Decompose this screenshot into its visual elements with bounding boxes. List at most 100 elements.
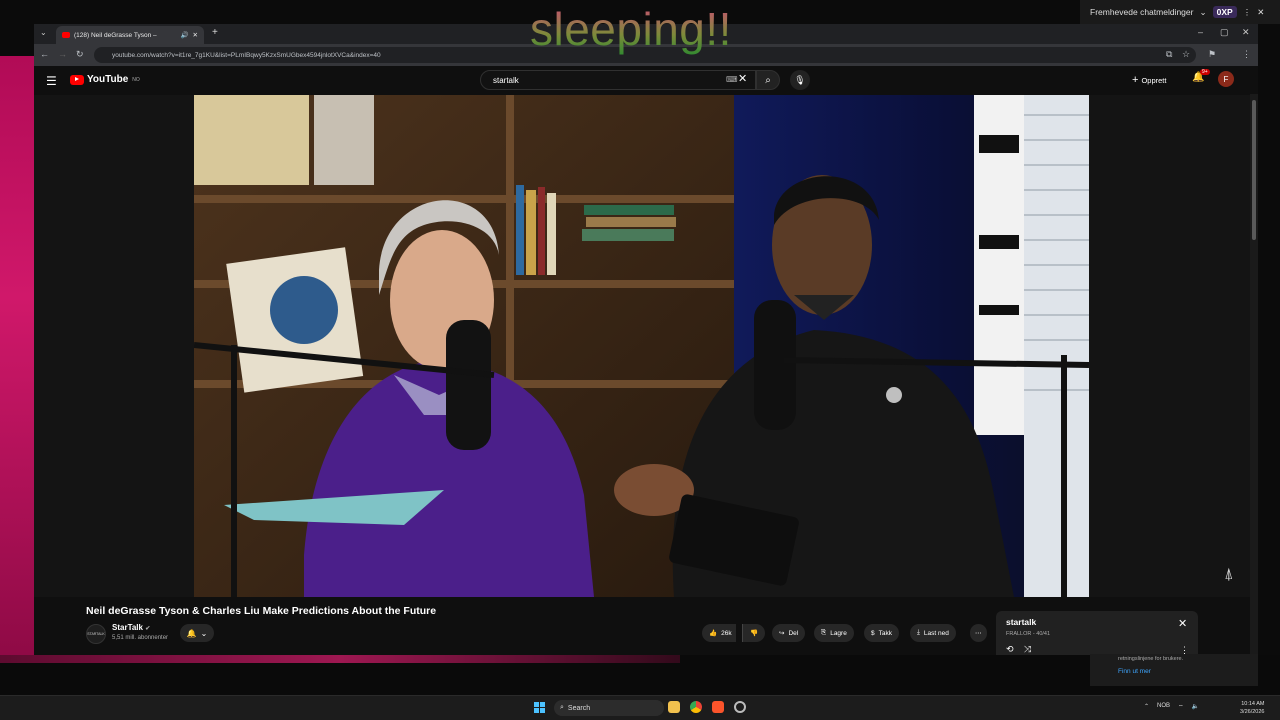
share-icon: ↪ xyxy=(779,630,785,637)
clock-date: 3/26/2026 xyxy=(1240,709,1265,715)
account-avatar[interactable]: F xyxy=(1218,71,1234,87)
search-icon: ⌕ xyxy=(560,704,564,711)
chat-highlight-widget[interactable]: Fremhevede chatmeldinger ⌄ 0XP ⋮ ✕ xyxy=(1080,0,1280,24)
bookmark-icon: ⎘ xyxy=(821,629,827,636)
taskbar: ⌕ Search ⌃ NOB ⌔ 🔈 10:14 AM 3/26/2026 xyxy=(0,695,1280,720)
microphone-icon: 🎙 xyxy=(794,74,806,85)
tab-close-icon[interactable]: ✕ xyxy=(193,31,198,39)
thumbs-down-icon: 👎 xyxy=(750,630,759,637)
download-button[interactable]: ⤓ Last ned xyxy=(910,624,956,642)
chevron-down-icon: ⌄ xyxy=(1199,6,1207,17)
share-button[interactable]: ↪ Del xyxy=(772,624,806,642)
forward-icon[interactable]: → xyxy=(58,49,67,59)
browser-menu-icon[interactable]: ⋮ xyxy=(1242,49,1251,60)
playlist-close-icon[interactable]: ✕ xyxy=(1178,617,1187,630)
desktop-background xyxy=(0,56,34,660)
maximize-icon[interactable]: ▢ xyxy=(1220,27,1229,38)
bookmark-star-icon[interactable]: ☆ xyxy=(1182,49,1190,60)
video-title: Neil deGrasse Tyson & Charles Liu Make P… xyxy=(86,605,437,617)
tray-chevron-icon[interactable]: ⌃ xyxy=(1144,703,1149,711)
menu-icon[interactable]: ☰ xyxy=(46,74,57,88)
playlist-title[interactable]: startalk xyxy=(1006,617,1036,627)
video-frame-image xyxy=(194,95,1089,597)
screen: sleeping!! Fremhevede chatmeldinger ⌄ 0X… xyxy=(0,0,1280,720)
like-count: 26k xyxy=(721,629,732,637)
notification-count: 9+ xyxy=(1200,69,1210,75)
playlist-position: FRALLOR - 40/41 xyxy=(1006,631,1051,637)
page-scrollbar[interactable] xyxy=(1250,94,1258,658)
notice-text: retningslinjene for brukere. xyxy=(1118,656,1184,662)
wifi-icon[interactable]: ⌔ xyxy=(1178,703,1184,711)
search-input[interactable]: startalk xyxy=(480,70,756,90)
taskbar-search[interactable]: ⌕ Search xyxy=(554,700,664,716)
xp-badge: 0XP xyxy=(1212,6,1237,18)
youtube-logo-text: YouTube xyxy=(87,74,129,85)
channel-avatar[interactable]: STARTALK xyxy=(86,624,106,644)
youtube-favicon-icon xyxy=(62,32,70,38)
back-icon[interactable]: ← xyxy=(40,49,49,59)
create-button[interactable]: + Opprett xyxy=(1132,71,1166,89)
close-icon[interactable]: ✕ xyxy=(1257,7,1264,18)
avatar-letter: F xyxy=(1223,74,1229,84)
youtube-page: ☰ YouTube NO startalk ⌨ ✕ ⌕ 🎙 + Opprett … xyxy=(34,66,1258,663)
desktop-accent xyxy=(0,655,680,663)
system-tray: ⌃ NOB ⌔ 🔈 xyxy=(1144,703,1199,711)
keyboard-icon[interactable]: ⌨ xyxy=(726,75,738,84)
file-explorer-icon[interactable] xyxy=(668,701,680,713)
voice-search-button[interactable]: 🎙 xyxy=(790,70,810,90)
video-player[interactable] xyxy=(194,95,1089,597)
more-icon[interactable]: ⋮ xyxy=(1243,7,1252,18)
taskbar-search-label: Search xyxy=(567,704,591,712)
extensions-icon[interactable]: ⚑ xyxy=(1208,49,1216,60)
like-button[interactable]: 👍 26k xyxy=(702,624,736,642)
language-indicator[interactable]: NOB xyxy=(1157,703,1170,711)
download-label: Last ned xyxy=(923,629,949,637)
more-actions-button[interactable]: ⋯ xyxy=(970,624,987,642)
new-tab-icon[interactable]: + xyxy=(212,27,218,38)
country-code: NO xyxy=(132,76,140,83)
search-icon: ⌕ xyxy=(765,74,771,86)
window-close-icon[interactable]: ✕ xyxy=(1242,27,1250,38)
dislike-button[interactable]: 👎 xyxy=(742,624,766,642)
verified-icon: ✔ xyxy=(145,626,151,632)
tab-youtube[interactable]: (128) Neil deGrasse Tyson – 🔊 ✕ xyxy=(56,26,204,44)
volume-icon[interactable]: 🔈 xyxy=(1192,703,1199,711)
chrome-icon[interactable] xyxy=(690,701,702,713)
channel-name[interactable]: StarTalk ✔ xyxy=(112,623,150,632)
search-button[interactable]: ⌕ xyxy=(756,70,780,90)
reload-icon[interactable]: ↻ xyxy=(76,49,84,60)
policy-notice: retningslinjene for brukere. Finn ut mer xyxy=(1090,654,1258,686)
clear-search-icon[interactable]: ✕ xyxy=(738,72,747,85)
thanks-icon: $ xyxy=(871,629,875,637)
youtube-logo[interactable]: YouTube NO xyxy=(70,74,140,85)
audio-icon[interactable]: 🔊 xyxy=(180,31,188,39)
share-label: Del xyxy=(788,629,799,637)
subscription-notifications-button[interactable]: 🔔 ⌄ xyxy=(180,624,214,642)
subscriber-count: 5,51 mill. abonnenter xyxy=(112,635,169,641)
scrollbar-thumb[interactable] xyxy=(1252,100,1256,240)
channel-name-text: StarTalk xyxy=(112,623,143,632)
more-horizontal-icon: ⋯ xyxy=(975,630,982,637)
install-icon[interactable]: ⧉ xyxy=(1166,49,1172,60)
startalk-watermark-icon: ⍋ xyxy=(1224,566,1234,583)
save-button[interactable]: ⎘ Lagre xyxy=(814,624,854,642)
tab-title: (128) Neil deGrasse Tyson – xyxy=(74,31,157,39)
thanks-label: Takk xyxy=(878,629,892,637)
learn-more-link[interactable]: Finn ut mer xyxy=(1118,668,1230,675)
url-text: youtube.com/watch?v=it1re_7g1KU&list=PLm… xyxy=(112,51,381,59)
windows-start-icon[interactable] xyxy=(534,702,545,713)
minimize-icon[interactable]: – xyxy=(1198,27,1203,37)
loop-icon[interactable]: ⟲ xyxy=(1006,644,1014,655)
shuffle-icon[interactable]: ⤨ xyxy=(1024,644,1031,655)
youtube-play-icon xyxy=(70,74,84,85)
save-label: Lagre xyxy=(830,629,847,637)
plus-icon: + xyxy=(1132,74,1139,86)
thanks-button[interactable]: $ Takk xyxy=(864,624,899,642)
browser-window: ⌄ (128) Neil deGrasse Tyson – 🔊 ✕ + – ▢ … xyxy=(34,24,1258,663)
bell-icon: 🔔 xyxy=(186,628,197,638)
tab-list-icon[interactable]: ⌄ xyxy=(40,28,47,37)
brave-icon[interactable] xyxy=(712,701,724,713)
thumbs-up-icon: 👍 xyxy=(709,630,718,637)
clock[interactable]: 10:14 AM 3/26/2026 xyxy=(1240,700,1264,716)
app-icon[interactable] xyxy=(734,701,746,713)
